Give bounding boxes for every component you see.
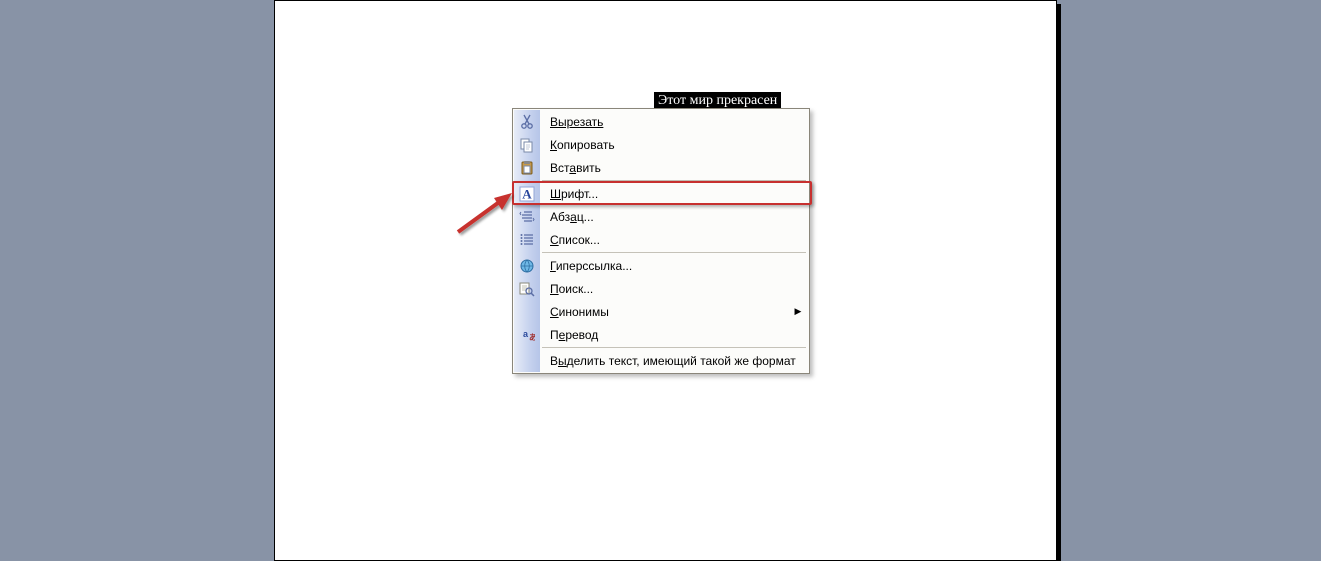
menu-item-label: Поиск... <box>540 282 808 296</box>
menu-item-synonyms[interactable]: Синонимы ▶ <box>514 300 808 323</box>
menu-item-paste[interactable]: Вставить <box>514 156 808 179</box>
translate-icon: aあ <box>514 323 540 346</box>
submenu-arrow-icon: ▶ <box>788 306 808 317</box>
menu-item-label: Выделить текст, имеющий такой же формат <box>540 354 808 368</box>
menu-item-label: Абзац... <box>540 210 808 224</box>
menu-item-label: Шрифт... <box>540 187 808 201</box>
svg-text:A: A <box>522 186 532 201</box>
menu-item-select-same-format[interactable]: Выделить текст, имеющий такой же формат <box>514 349 808 372</box>
menu-item-label: Вырезать <box>540 115 808 129</box>
menu-item-label: Вставить <box>540 161 808 175</box>
menu-item-hyperlink[interactable]: Гиперссылка... <box>514 254 808 277</box>
blank-icon <box>514 300 540 323</box>
menu-item-label: Синонимы <box>540 305 788 319</box>
menu-item-copy[interactable]: Копировать <box>514 133 808 156</box>
search-icon <box>514 277 540 300</box>
menu-item-search[interactable]: Поиск... <box>514 277 808 300</box>
cut-icon <box>514 110 540 133</box>
svg-text:あ: あ <box>529 333 535 342</box>
paragraph-icon <box>514 205 540 228</box>
hyperlink-icon <box>514 254 540 277</box>
menu-item-label: Гиперссылка... <box>540 259 808 273</box>
menu-item-label: Перевод <box>540 328 808 342</box>
paste-icon <box>514 156 540 179</box>
blank-icon <box>514 349 540 372</box>
copy-icon <box>514 133 540 156</box>
menu-item-translate[interactable]: aあ Перевод <box>514 323 808 346</box>
menu-item-font[interactable]: A Шрифт... <box>514 182 808 205</box>
menu-item-label: Список... <box>540 233 808 247</box>
menu-item-cut[interactable]: Вырезать <box>514 110 808 133</box>
menu-item-paragraph[interactable]: Абзац... <box>514 205 808 228</box>
context-menu: Вырезать Копировать Вставить A Шрифт... … <box>512 108 810 374</box>
menu-item-list[interactable]: Список... <box>514 228 808 251</box>
font-icon: A <box>514 182 540 205</box>
menu-item-label: Копировать <box>540 138 808 152</box>
list-icon <box>514 228 540 251</box>
